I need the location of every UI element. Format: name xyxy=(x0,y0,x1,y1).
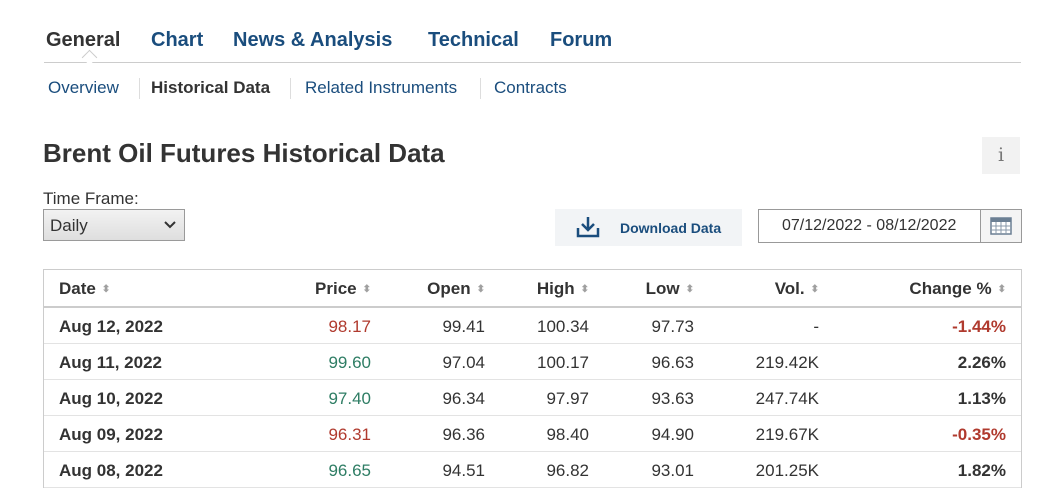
page-title: Brent Oil Futures Historical Data xyxy=(43,138,445,168)
time-frame-select[interactable]: Daily xyxy=(43,209,185,241)
subnav-related-instruments[interactable]: Related Instruments xyxy=(305,78,457,98)
column-header-price[interactable]: Price ⬍ xyxy=(315,279,371,299)
column-header-low[interactable]: Low ⬍ xyxy=(646,279,694,299)
active-tab-caret xyxy=(81,49,98,66)
chevron-down-icon xyxy=(164,221,176,229)
info-icon[interactable]: i xyxy=(982,137,1020,174)
column-header-high[interactable]: High ⬍ xyxy=(537,279,589,299)
column-header-label: Price xyxy=(315,279,357,298)
cell-price: 96.31 xyxy=(328,425,371,444)
table-row: Aug 11, 2022 99.60 97.04 100.17 96.63 21… xyxy=(44,344,1021,380)
subnav-divider xyxy=(139,78,140,99)
table-row: Aug 12, 2022 98.17 99.41 100.34 97.73 - … xyxy=(44,308,1021,344)
column-header-label: High xyxy=(536,279,575,298)
cell-date: Aug 09, 2022 xyxy=(59,425,163,444)
cell-high: 96.82 xyxy=(546,461,589,480)
cell-open: 97.04 xyxy=(442,353,485,372)
tab-technical[interactable]: Technical xyxy=(428,29,519,52)
cell-open: 99.41 xyxy=(442,317,485,336)
cell-open: 96.34 xyxy=(442,389,485,408)
cell-vol: 247.74K xyxy=(755,389,819,408)
sort-icon: ⬍ xyxy=(685,284,694,295)
cell-high: 100.34 xyxy=(537,317,589,336)
sort-icon: ⬍ xyxy=(362,284,371,295)
cell-high: 98.40 xyxy=(546,425,589,444)
table-row: Aug 10, 2022 97.40 96.34 97.97 93.63 247… xyxy=(44,380,1021,416)
sort-icon: ⬍ xyxy=(101,284,111,295)
column-header-date[interactable]: Date ⬍ xyxy=(59,279,110,299)
date-range-picker[interactable]: 07/12/2022 - 08/12/2022 xyxy=(758,209,1022,243)
cell-date: Aug 08, 2022 xyxy=(59,461,163,480)
column-header-change[interactable]: Change % ⬍ xyxy=(909,279,1006,299)
column-header-label: Open xyxy=(427,279,471,298)
cell-vol: 201.25K xyxy=(755,461,819,480)
cell-low: 96.63 xyxy=(651,353,694,372)
cell-vol: 219.42K xyxy=(755,353,819,372)
cell-price: 96.65 xyxy=(328,461,371,480)
time-frame-label: Time Frame: xyxy=(43,189,139,208)
cell-change: -1.44% xyxy=(952,317,1006,336)
cell-vol: 219.67K xyxy=(755,425,819,444)
cell-low: 94.90 xyxy=(651,425,694,444)
cell-date: Aug 10, 2022 xyxy=(59,389,163,408)
tab-chart[interactable]: Chart xyxy=(151,29,203,52)
column-header-label: Change % xyxy=(909,279,992,298)
cell-high: 97.97 xyxy=(546,389,589,408)
cell-change: 2.26% xyxy=(957,353,1006,372)
time-frame-value: Daily xyxy=(50,216,88,235)
table-header: Date ⬍ Price ⬍ Open ⬍ High ⬍ Low ⬍ Vol. ⬍ Chan… xyxy=(44,270,1021,308)
cell-change: 1.82% xyxy=(957,461,1006,480)
cell-price: 98.17 xyxy=(328,317,371,336)
column-header-label: Date xyxy=(59,279,96,298)
table-row: Aug 08, 2022 96.65 94.51 96.82 93.01 201… xyxy=(44,452,1021,488)
cell-high: 100.17 xyxy=(537,353,589,372)
historical-data-table: Date ⬍ Price ⬍ Open ⬍ High ⬍ Low ⬍ Vol. ⬍ Chan… xyxy=(43,269,1022,488)
column-header-label: Vol. xyxy=(774,279,805,298)
cell-change: 1.13% xyxy=(957,389,1006,408)
cell-date: Aug 11, 2022 xyxy=(59,353,163,372)
cell-open: 96.36 xyxy=(442,425,485,444)
column-header-open[interactable]: Open ⬍ xyxy=(427,279,485,299)
sort-icon: ⬍ xyxy=(997,284,1006,295)
tab-news-analysis[interactable]: News & Analysis xyxy=(233,29,392,52)
subnav-contracts[interactable]: Contracts xyxy=(494,78,567,98)
subnav-overview[interactable]: Overview xyxy=(48,78,119,98)
column-header-label: Low xyxy=(645,279,680,298)
cell-low: 93.01 xyxy=(651,461,694,480)
cell-vol: - xyxy=(813,317,819,336)
cell-low: 93.63 xyxy=(651,389,694,408)
cell-price: 97.40 xyxy=(328,389,371,408)
date-range-value: 07/12/2022 - 08/12/2022 xyxy=(782,217,957,234)
tab-general[interactable]: General xyxy=(46,29,120,52)
cell-low: 97.73 xyxy=(651,317,694,336)
subnav-divider xyxy=(290,78,291,99)
tab-forum[interactable]: Forum xyxy=(550,29,612,52)
calendar-button[interactable] xyxy=(980,210,1021,242)
subnav-historical-data[interactable]: Historical Data xyxy=(151,78,270,98)
cell-price: 99.60 xyxy=(328,353,371,372)
download-data-button[interactable]: Download Data xyxy=(555,209,742,246)
sort-icon: ⬍ xyxy=(580,284,589,295)
cell-change: -0.35% xyxy=(952,425,1006,444)
cell-date: Aug 12, 2022 xyxy=(59,317,163,336)
table-row: Aug 09, 2022 96.31 96.36 98.40 94.90 219… xyxy=(44,416,1021,452)
download-data-label: Download Data xyxy=(620,220,722,236)
subnav-divider xyxy=(480,78,481,99)
calendar-icon xyxy=(990,217,1012,235)
sort-icon: ⬍ xyxy=(810,284,819,295)
main-tabs: General Chart News & Analysis Technical … xyxy=(44,24,1021,66)
cell-open: 94.51 xyxy=(442,461,485,480)
download-icon xyxy=(576,217,600,238)
column-header-vol[interactable]: Vol. ⬍ xyxy=(775,279,819,299)
sort-icon: ⬍ xyxy=(476,284,485,295)
